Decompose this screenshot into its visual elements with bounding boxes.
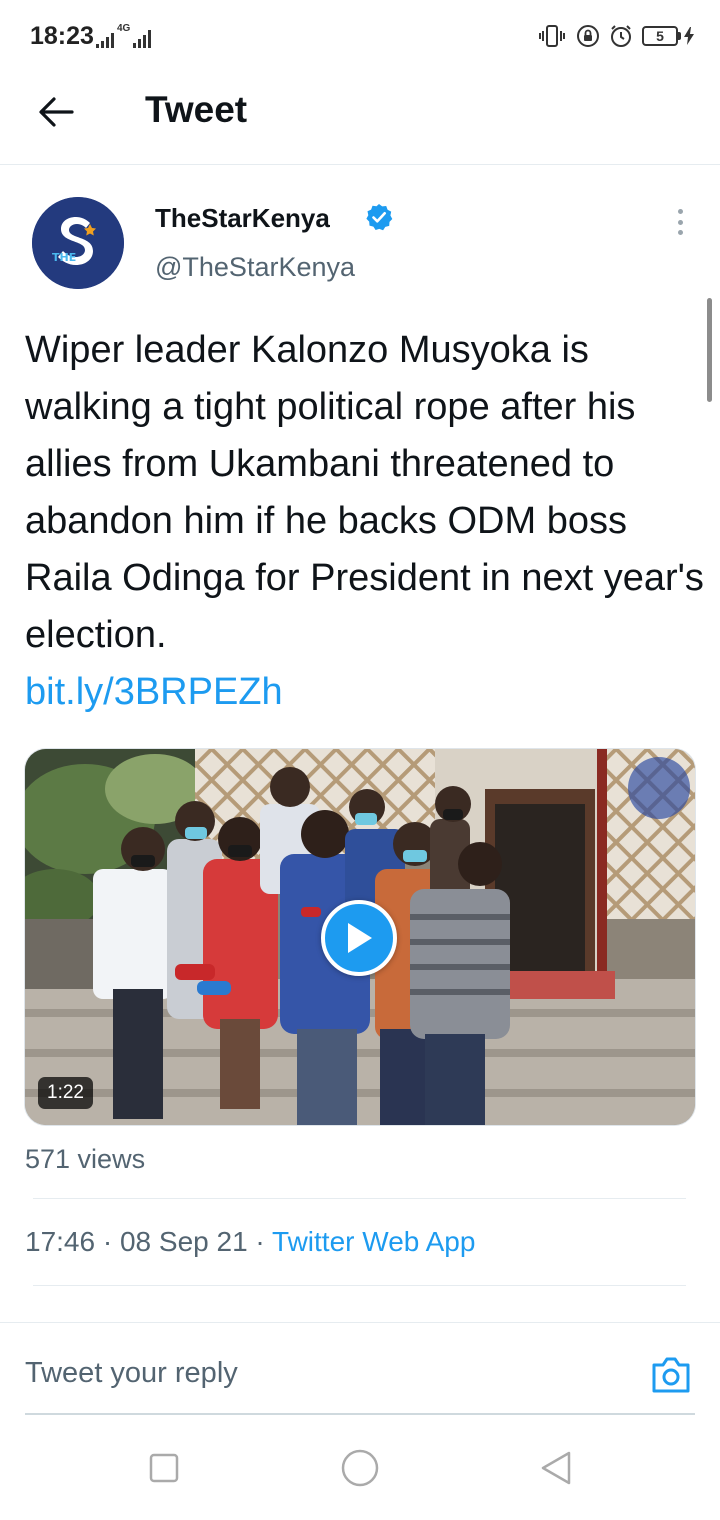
view-count: 571 views (25, 1144, 146, 1174)
battery-level: 5 (642, 26, 678, 46)
home-button[interactable] (340, 1448, 380, 1488)
status-time: 18:23 (30, 22, 94, 50)
back-nav-button[interactable] (536, 1448, 576, 1488)
star-logo-icon: THE (32, 197, 124, 289)
charging-icon (684, 27, 694, 45)
divider (33, 1198, 686, 1199)
status-right-icons: 5 (537, 22, 694, 50)
arrow-left-icon (39, 97, 74, 127)
back-button[interactable] (36, 92, 76, 132)
triangle-back-icon (541, 1451, 571, 1485)
system-navigation-bar (0, 1416, 720, 1520)
reply-input[interactable]: Tweet your reply (25, 1357, 238, 1390)
tweet-source-link[interactable]: Twitter Web App (272, 1226, 475, 1257)
more-dot-icon (677, 209, 683, 214)
signal-strength-icon (96, 28, 114, 48)
top-app-bar: Tweet (0, 72, 720, 165)
more-options-button[interactable] (668, 205, 692, 239)
tweet-link[interactable]: bit.ly/3BRPEZh (25, 664, 283, 721)
meta-separator: · (102, 1226, 113, 1257)
svg-text:THE: THE (52, 251, 76, 264)
circle-icon (341, 1449, 379, 1487)
tweet-date: 08 Sep 21 (119, 1226, 248, 1257)
signal-icons: 4G (96, 23, 152, 48)
author-name[interactable]: TheStarKenya (155, 203, 330, 234)
more-dot-icon (677, 230, 683, 235)
video-watermark-logo (628, 757, 690, 819)
video-player[interactable]: 1:22 (24, 748, 696, 1126)
scrollbar-thumb[interactable] (707, 298, 712, 402)
more-dot-icon (677, 219, 683, 225)
author-handle[interactable]: @TheStarKenya (155, 252, 355, 283)
battery-icon: 5 (642, 26, 694, 46)
tweet-metadata: 17:46 · 08 Sep 21 · Twitter Web App (25, 1226, 475, 1258)
status-bar: 18:23 4G 5 (0, 0, 720, 72)
play-button[interactable] (321, 900, 397, 976)
lock-icon (577, 25, 599, 47)
vibrate-icon (539, 25, 565, 47)
play-icon (348, 923, 372, 953)
verified-badge-icon (366, 204, 393, 231)
divider (33, 1285, 686, 1286)
reply-input-underline (25, 1413, 695, 1415)
meta-separator: · (255, 1226, 265, 1257)
video-duration-badge: 1:22 (38, 1077, 93, 1109)
page-title: Tweet (145, 89, 248, 130)
tweet-time: 17:46 (25, 1226, 96, 1257)
camera-button[interactable] (650, 1355, 692, 1395)
reply-composer: Tweet your reply (0, 1322, 720, 1414)
camera-icon (652, 1357, 690, 1393)
network-type-label: 4G (117, 23, 131, 34)
recents-button[interactable] (144, 1448, 184, 1488)
engagement-counts-clipped (25, 1304, 177, 1322)
tweet-text: Wiper leader Kalonzo Musyoka is walking … (25, 329, 704, 656)
author-avatar[interactable]: THE (32, 197, 124, 289)
alarm-icon (611, 25, 631, 47)
square-icon (149, 1453, 179, 1483)
signal-strength-secondary-icon (133, 28, 152, 48)
